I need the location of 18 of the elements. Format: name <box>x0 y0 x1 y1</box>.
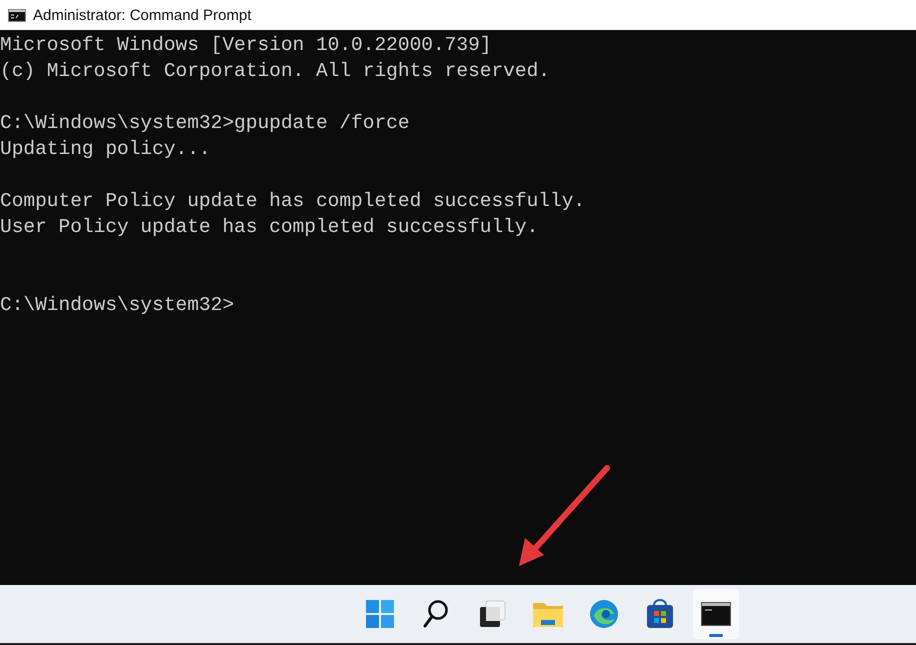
console-line: Updating policy... <box>0 137 211 162</box>
console-line: C:\Windows\system32>gpupdate /force <box>0 111 410 136</box>
search-icon <box>422 599 450 629</box>
console-line: C:\Windows\system32> <box>0 293 234 318</box>
terminal-icon <box>701 602 731 626</box>
console-line: (c) Microsoft Corporation. All rights reserved. <box>0 59 550 84</box>
store-icon <box>646 599 674 629</box>
console-icon <box>8 8 26 22</box>
folder-icon <box>532 600 564 628</box>
console-line: Microsoft Windows [Version 10.0.22000.739] <box>0 33 492 58</box>
browser-icon <box>589 599 619 629</box>
window-title: Administrator: Command Prompt <box>33 6 252 24</box>
task-view-icon <box>477 599 507 629</box>
taskbar-button[interactable] <box>693 589 739 639</box>
start-icon <box>365 599 395 629</box>
active-indicator <box>709 634 723 637</box>
console-line: User Policy update has completed successfully. <box>0 215 538 240</box>
console-line: Computer Policy update has completed successfully. <box>0 189 586 214</box>
